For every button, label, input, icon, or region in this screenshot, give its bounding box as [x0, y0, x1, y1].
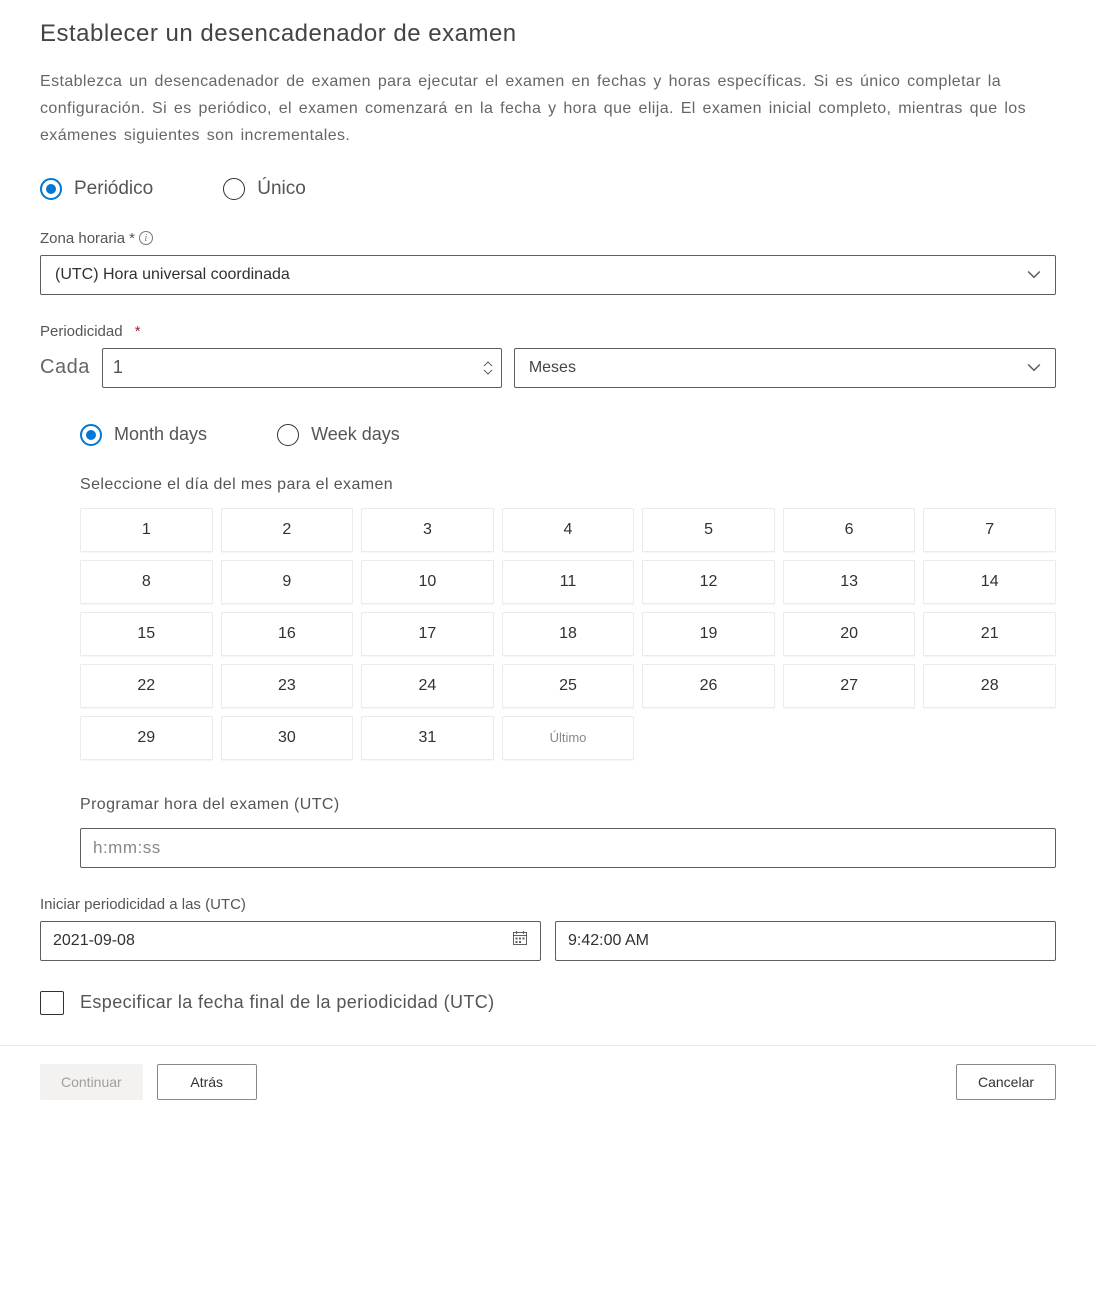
footer: Continuar Atrás Cancelar — [0, 1045, 1096, 1118]
day-cell[interactable]: 14 — [923, 560, 1056, 604]
day-cell[interactable]: 25 — [502, 664, 635, 708]
day-cell[interactable]: 17 — [361, 612, 494, 656]
cancel-button[interactable]: Cancelar — [956, 1064, 1056, 1100]
radio-circle-icon — [40, 178, 62, 200]
day-cell[interactable]: 24 — [361, 664, 494, 708]
radio-circle-icon — [277, 424, 299, 446]
chevron-down-icon — [1027, 361, 1041, 375]
radio-single-label: Único — [257, 178, 306, 200]
day-cell[interactable]: 8 — [80, 560, 213, 604]
day-grid: 1234567891011121314151617181920212223242… — [80, 508, 1056, 760]
day-cell[interactable]: 26 — [642, 664, 775, 708]
page-title: Establecer un desencadenador de examen — [40, 20, 1056, 48]
day-cell[interactable]: 3 — [361, 508, 494, 552]
day-cell[interactable]: 12 — [642, 560, 775, 604]
periodicity-unit-dropdown[interactable]: Meses — [514, 348, 1056, 388]
periodicity-unit-value: Meses — [529, 359, 576, 377]
radio-periodic-label: Periódico — [74, 178, 153, 200]
schedule-time-input[interactable] — [80, 828, 1056, 868]
day-cell[interactable]: 10 — [361, 560, 494, 604]
day-cell[interactable]: 2 — [221, 508, 354, 552]
day-cell[interactable]: 13 — [783, 560, 916, 604]
day-cell[interactable]: 6 — [783, 508, 916, 552]
day-cell[interactable]: 9 — [221, 560, 354, 604]
timezone-dropdown[interactable]: (UTC) Hora universal coordinada — [40, 255, 1056, 295]
day-cell[interactable]: 5 — [642, 508, 775, 552]
schedule-time-label: Programar hora del examen (UTC) — [80, 796, 1056, 814]
day-cell[interactable]: 23 — [221, 664, 354, 708]
radio-week-days[interactable]: Week days — [277, 424, 400, 446]
day-cell[interactable]: 19 — [642, 612, 775, 656]
end-date-checkbox-label: Especificar la fecha final de la periodi… — [80, 992, 495, 1013]
calendar-icon — [512, 930, 528, 951]
day-cell[interactable]: 11 — [502, 560, 635, 604]
periodicity-number-input[interactable]: 1 — [102, 348, 502, 388]
day-cell[interactable]: 27 — [783, 664, 916, 708]
info-icon[interactable]: i — [139, 231, 153, 245]
radio-week-days-label: Week days — [311, 424, 400, 445]
chevron-down-icon — [1027, 268, 1041, 282]
periodicity-number-value: 1 — [113, 357, 483, 378]
day-cell[interactable]: 31 — [361, 716, 494, 760]
periodicity-label: Periodicidad * — [40, 323, 1056, 340]
day-cell[interactable]: 15 — [80, 612, 213, 656]
start-date-input[interactable]: 2021-09-08 — [40, 921, 541, 961]
every-label: Cada — [40, 356, 90, 379]
trigger-type-radio-group: Periódico Único — [40, 178, 1056, 200]
end-date-checkbox[interactable] — [40, 991, 64, 1015]
start-time-value: 9:42:00 AM — [568, 932, 649, 950]
radio-periodic[interactable]: Periódico — [40, 178, 153, 200]
day-cell[interactable]: 7 — [923, 508, 1056, 552]
spinner-arrows-icon[interactable] — [483, 361, 493, 375]
back-button[interactable]: Atrás — [157, 1064, 257, 1100]
radio-month-days[interactable]: Month days — [80, 424, 207, 446]
start-at-label: Iniciar periodicidad a las (UTC) — [40, 896, 1056, 913]
day-cell[interactable]: 18 — [502, 612, 635, 656]
day-cell[interactable]: 21 — [923, 612, 1056, 656]
day-cell[interactable]: 30 — [221, 716, 354, 760]
day-cell[interactable]: 22 — [80, 664, 213, 708]
day-cell[interactable]: 4 — [502, 508, 635, 552]
day-cell[interactable]: 28 — [923, 664, 1056, 708]
timezone-value: (UTC) Hora universal coordinada — [55, 266, 290, 284]
start-time-input[interactable]: 9:42:00 AM — [555, 921, 1056, 961]
page-description: Establezca un desencadenador de examen p… — [40, 68, 1056, 150]
day-cell-last[interactable]: Último — [502, 716, 635, 760]
radio-circle-icon — [223, 178, 245, 200]
radio-month-days-label: Month days — [114, 424, 207, 445]
start-date-value: 2021-09-08 — [53, 932, 135, 950]
day-cell[interactable]: 1 — [80, 508, 213, 552]
day-cell[interactable]: 20 — [783, 612, 916, 656]
timezone-label: Zona horaria * i — [40, 230, 1056, 247]
continue-button: Continuar — [40, 1064, 143, 1100]
day-select-label: Seleccione el día del mes para el examen — [80, 476, 1056, 494]
day-cell[interactable]: 29 — [80, 716, 213, 760]
radio-circle-icon — [80, 424, 102, 446]
day-cell[interactable]: 16 — [221, 612, 354, 656]
day-type-radio-group: Month days Week days — [80, 424, 1056, 446]
radio-single[interactable]: Único — [223, 178, 306, 200]
